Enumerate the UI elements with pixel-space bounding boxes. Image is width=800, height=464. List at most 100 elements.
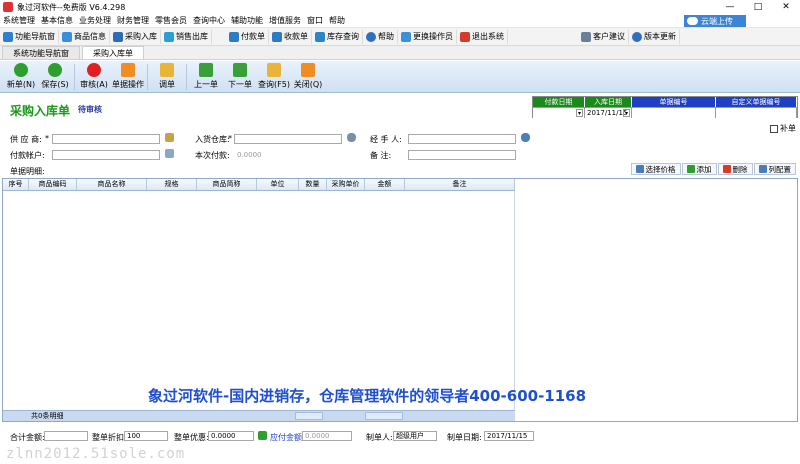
make-date-value: 2017/11/15 [484,431,534,441]
quick-switch-user-button[interactable]: 更换操作员 [398,29,457,44]
handler-pick-icon[interactable] [521,133,530,142]
minimize-button[interactable]: — [716,0,744,14]
discount-input[interactable]: 100 [124,431,168,441]
warehouse-pick-icon[interactable] [347,133,356,142]
quick-exit-button[interactable]: 退出系统 [457,29,508,44]
preferential-label: 整单优惠: [174,433,209,442]
menu-system[interactable]: 系统管理 [0,15,38,26]
remark-input[interactable] [408,150,516,160]
stock-query-icon [315,31,325,42]
next-button[interactable]: 下一单 [223,63,257,90]
document-ops-icon [121,63,135,77]
total-input[interactable] [44,431,88,441]
select-price-button[interactable]: 选择价格 [630,163,681,175]
menu-basic-info[interactable]: 基本信息 [38,15,76,26]
delete-row-button[interactable]: 删除 [717,163,753,175]
supplement-checkbox[interactable] [770,124,778,133]
grid-edge [514,191,515,411]
form-title: 采购入库单 [10,104,71,118]
doc-number-header: 单据编号 [632,97,716,107]
col-unit-price[interactable]: 采购单价 [327,179,365,190]
menu-query-center[interactable]: 查询中心 [190,15,228,26]
document-ops-button[interactable]: 单据操作 [111,63,145,90]
home-icon [3,31,13,42]
col-quantity[interactable]: 数量 [299,179,327,190]
col-code[interactable]: 商品编码 [29,179,77,190]
menu-business[interactable]: 业务处理 [76,15,114,26]
add-row-button[interactable]: 添加 [681,163,717,175]
quick-goods-button[interactable]: 商品信息 [59,29,110,44]
quick-update-label: 版本更新 [644,32,676,41]
inbound-date-field[interactable]: 2017/11/15 ▾ [585,107,632,118]
handler-input[interactable] [408,134,516,144]
payment-input[interactable]: 0.0000 [234,150,342,160]
warehouse-input[interactable] [234,134,342,144]
quick-receipt-button[interactable]: 收款单 [269,29,312,44]
custom-doc-number-field[interactable] [716,107,797,118]
close-window-button[interactable]: ✕ [772,0,800,14]
menu-auxiliary[interactable]: 辅助功能 [228,15,266,26]
menu-window[interactable]: 窗口 [304,15,326,26]
col-seq[interactable]: 序号 [3,179,29,190]
supplement-option[interactable]: 补单 [770,123,796,134]
quick-purchase-button[interactable]: 采购入库 [110,29,161,44]
tab-navigation[interactable]: 系统功能导航窗 [2,46,80,59]
account-calculator-icon[interactable] [165,149,174,158]
chevron-down-icon[interactable]: ▾ [576,109,583,117]
close-form-button[interactable]: 关闭(Q) [291,63,325,90]
new-button[interactable]: 新单(N) [4,63,38,90]
maximize-button[interactable]: □ [744,0,772,14]
supplier-required-mark: * [45,134,49,143]
menu-retail-member[interactable]: 零售会员 [152,15,190,26]
quick-sales-button[interactable]: 销售出库 [161,29,212,44]
transfer-button[interactable]: 调单 [150,63,184,90]
query-button[interactable]: 查询(F5) [257,63,291,90]
column-config-label: 列配置 [768,164,792,174]
col-name[interactable]: 商品名称 [77,179,147,190]
make-date-label: 制单日期: [447,433,482,442]
watermark-strip: zlnn2012.51sole.com [0,444,800,464]
quick-nav-button[interactable]: 功能导航窗 [0,29,59,44]
chevron-down-icon[interactable]: ▾ [623,109,630,117]
menu-help[interactable]: 帮助 [326,15,348,26]
menu-value-added[interactable]: 增值服务 [266,15,304,26]
quick-help-label: 帮助 [378,32,394,41]
quick-switch-user-label: 更换操作员 [413,32,453,41]
column-config-button[interactable]: 列配置 [753,163,796,175]
account-input[interactable] [52,150,160,160]
prev-button[interactable]: 上一单 [189,63,223,90]
form-status: 待审核 [78,105,102,114]
cloud-upload-button[interactable]: 云端上传 [684,15,746,27]
col-amount[interactable]: 金额 [365,179,405,190]
maker-value: 超级用户 [393,431,437,441]
payment-date-header: 付款日期 [533,97,585,107]
col-spec[interactable]: 规格 [147,179,197,190]
footer-summary-cell [295,412,323,420]
menu-finance[interactable]: 财务管理 [114,15,152,26]
audit-button[interactable]: 审核(A) [77,63,111,90]
col-unit[interactable]: 单位 [257,179,299,190]
remark-label: 备 注: [370,151,392,160]
form-toolbar: 新单(N) 保存(S) 审核(A) 单据操作 调单 上一单 下一单 查询(F5)… [0,61,800,93]
col-remark[interactable]: 备注 [405,179,515,190]
footer-summary-cell [365,412,403,420]
apply-check-icon[interactable] [258,431,267,440]
plus-icon [686,165,695,173]
col-short-name[interactable]: 商品简称 [197,179,257,190]
payment-date-field[interactable]: ▾ [533,107,585,118]
supplier-pick-icon[interactable] [165,133,174,142]
header-grid: 付款日期 入库日期 单据编号 自定义单据编号 ▾ 2017/11/15 ▾ [532,96,798,118]
total-label: 合计金额: [10,433,45,442]
quick-payment-button[interactable]: 付款单 [226,29,269,44]
next-label: 下一单 [228,80,252,89]
quick-feedback-button[interactable]: 客户建议 [578,29,629,44]
doc-number-field[interactable] [632,107,716,118]
tab-purchase-inbound[interactable]: 采购入库单 [82,46,144,59]
quick-update-button[interactable]: 版本更新 [629,29,680,44]
quick-stock-query-button[interactable]: 库存查询 [312,29,363,44]
preferential-input[interactable]: 0.0000 [208,431,254,441]
save-button[interactable]: 保存(S) [38,63,72,90]
supplier-input[interactable] [52,134,160,144]
quick-help-button[interactable]: 帮助 [363,29,398,44]
query-label: 查询(F5) [258,80,290,89]
